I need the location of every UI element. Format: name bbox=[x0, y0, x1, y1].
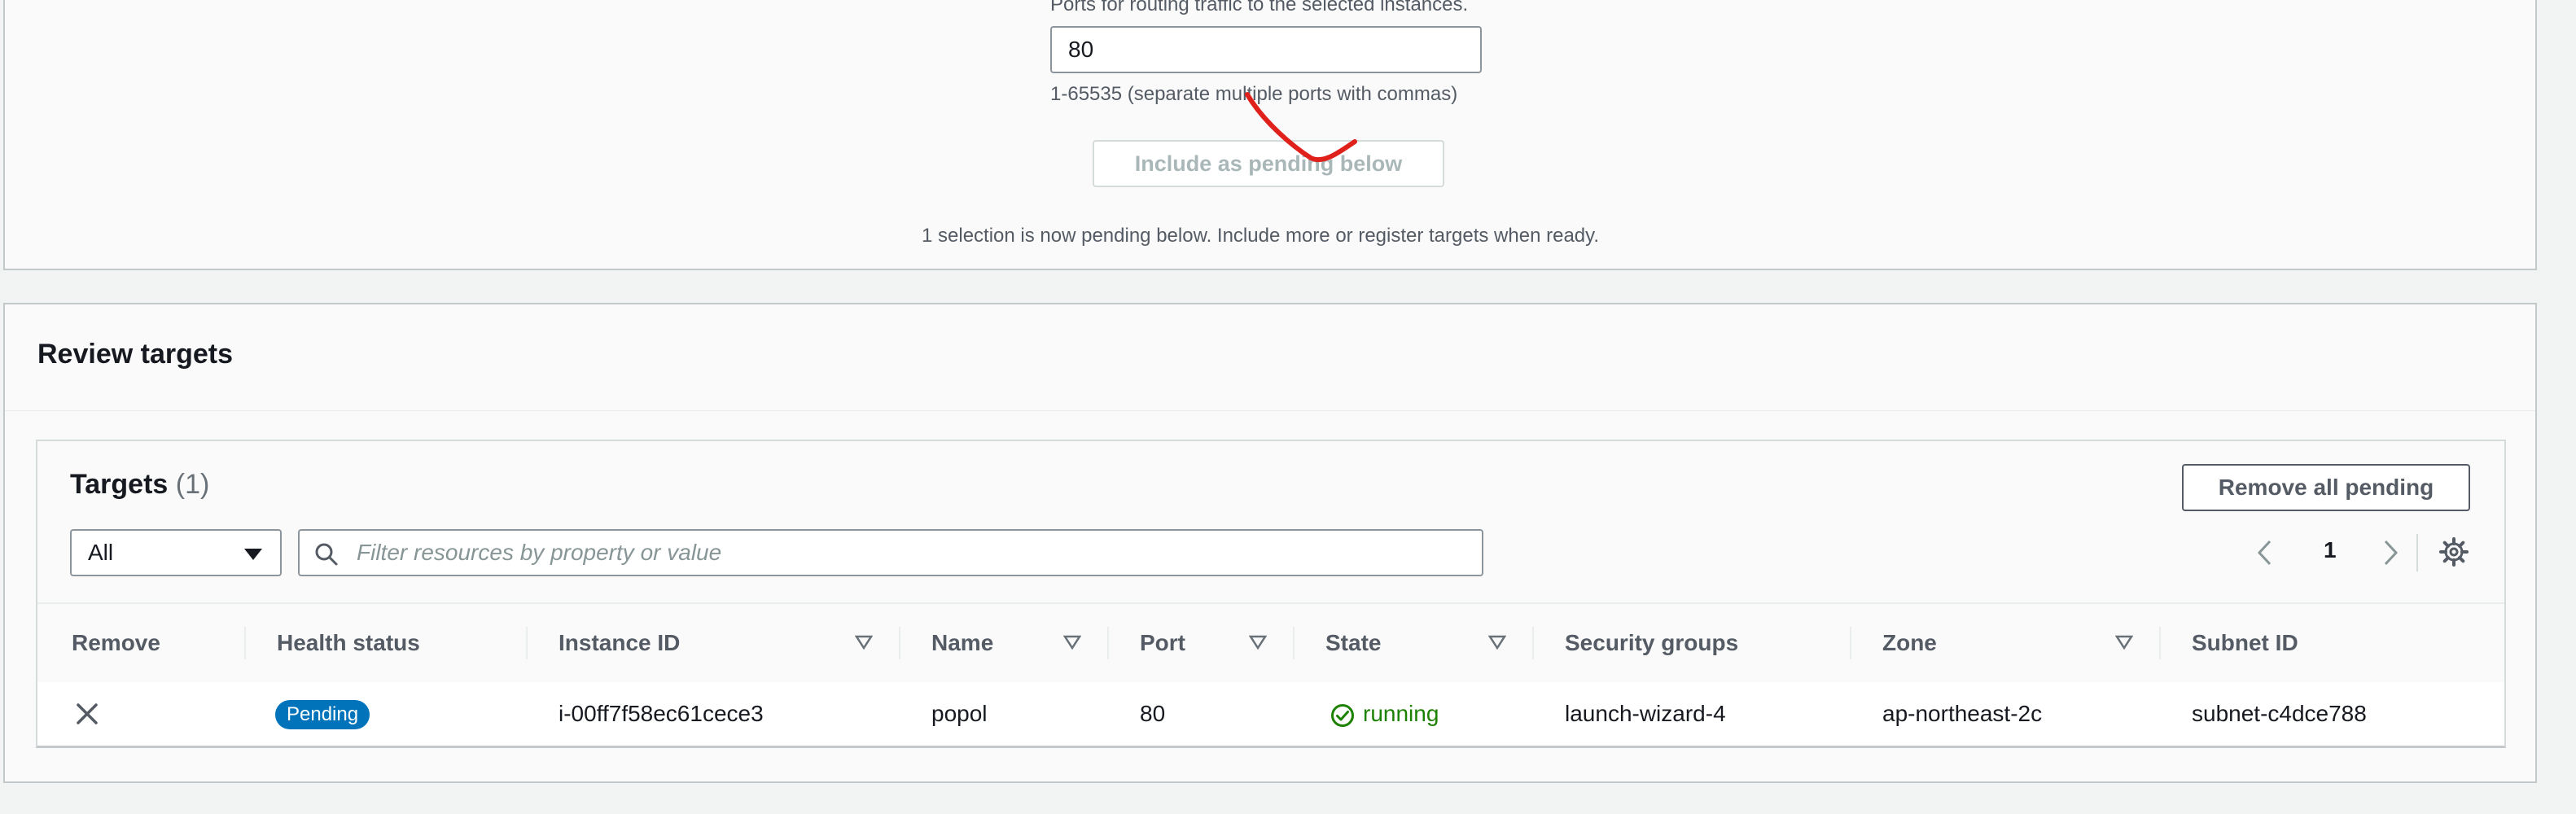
filter-select[interactable]: All bbox=[70, 529, 282, 576]
column-header-security-groups: Security groups bbox=[1565, 630, 1739, 655]
gear-icon[interactable] bbox=[2439, 537, 2469, 567]
targets-title-label: Targets bbox=[70, 469, 169, 500]
chevron-left-icon[interactable] bbox=[2255, 539, 2275, 567]
instance-id-cell: i-00ff7f58ec61cece3 bbox=[559, 701, 764, 726]
state-cell: running bbox=[1363, 701, 1439, 726]
column-separator bbox=[1107, 627, 1109, 659]
search-input[interactable]: Filter resources by property or value bbox=[298, 529, 1483, 576]
sort-icon[interactable] bbox=[2115, 635, 2133, 650]
caret-down-icon bbox=[244, 549, 262, 560]
table-row: Pending i-00ff7f58ec61cece3 popol 80 run… bbox=[37, 682, 2504, 746]
sort-icon[interactable] bbox=[1488, 635, 1506, 650]
search-icon bbox=[315, 543, 338, 566]
column-header-zone[interactable]: Zone bbox=[1882, 604, 1937, 682]
chevron-right-icon[interactable] bbox=[2381, 539, 2400, 567]
subnet-id-cell: subnet-c4dce788 bbox=[2192, 701, 2367, 726]
column-separator bbox=[1293, 627, 1295, 659]
review-targets-panel: Review targets Targets (1) Remove all pe… bbox=[3, 303, 2537, 783]
selection-status-text: 1 selection is now pending below. Includ… bbox=[922, 225, 1600, 247]
status-badge: Pending bbox=[275, 700, 370, 729]
remove-all-pending-button[interactable]: Remove all pending bbox=[2182, 464, 2470, 511]
review-title: Review targets bbox=[37, 339, 233, 370]
security-groups-cell: launch-wizard-4 bbox=[1565, 701, 1726, 726]
sort-icon[interactable] bbox=[855, 635, 873, 650]
remove-target-icon[interactable] bbox=[77, 703, 98, 724]
zone-cell: ap-northeast-2c bbox=[1882, 701, 2043, 726]
page-number[interactable]: 1 bbox=[2324, 537, 2337, 563]
column-separator bbox=[526, 627, 528, 659]
column-header-health-status: Health status bbox=[277, 630, 420, 655]
targets-count: (1) bbox=[175, 469, 210, 500]
sort-icon[interactable] bbox=[1063, 635, 1081, 650]
column-header-subnet-id: Subnet ID bbox=[2192, 630, 2298, 655]
review-header: Review targets bbox=[5, 304, 2535, 411]
column-header-port[interactable]: Port bbox=[1140, 604, 1185, 682]
pager-divider bbox=[2416, 534, 2418, 571]
column-header-instance-id[interactable]: Instance ID bbox=[559, 604, 680, 682]
column-separator bbox=[244, 627, 246, 659]
column-header-state[interactable]: State bbox=[1325, 604, 1381, 682]
table-header: Remove Health status Instance ID Name Po… bbox=[37, 602, 2504, 684]
targets-table-container: Targets (1) Remove all pending All Filte… bbox=[36, 440, 2506, 748]
column-separator bbox=[899, 627, 900, 659]
search-placeholder: Filter resources by property or value bbox=[357, 540, 722, 565]
column-separator bbox=[2159, 627, 2161, 659]
sort-icon[interactable] bbox=[1249, 635, 1267, 650]
column-separator bbox=[1532, 627, 1534, 659]
check-circle-icon bbox=[1331, 704, 1354, 727]
name-cell: popol bbox=[931, 701, 988, 726]
port-cell: 80 bbox=[1140, 701, 1166, 726]
column-header-remove: Remove bbox=[72, 630, 160, 655]
filter-select-value: All bbox=[88, 540, 114, 565]
column-header-name[interactable]: Name bbox=[931, 604, 993, 682]
targets-title: Targets (1) bbox=[70, 469, 209, 501]
column-separator bbox=[1850, 627, 1851, 659]
